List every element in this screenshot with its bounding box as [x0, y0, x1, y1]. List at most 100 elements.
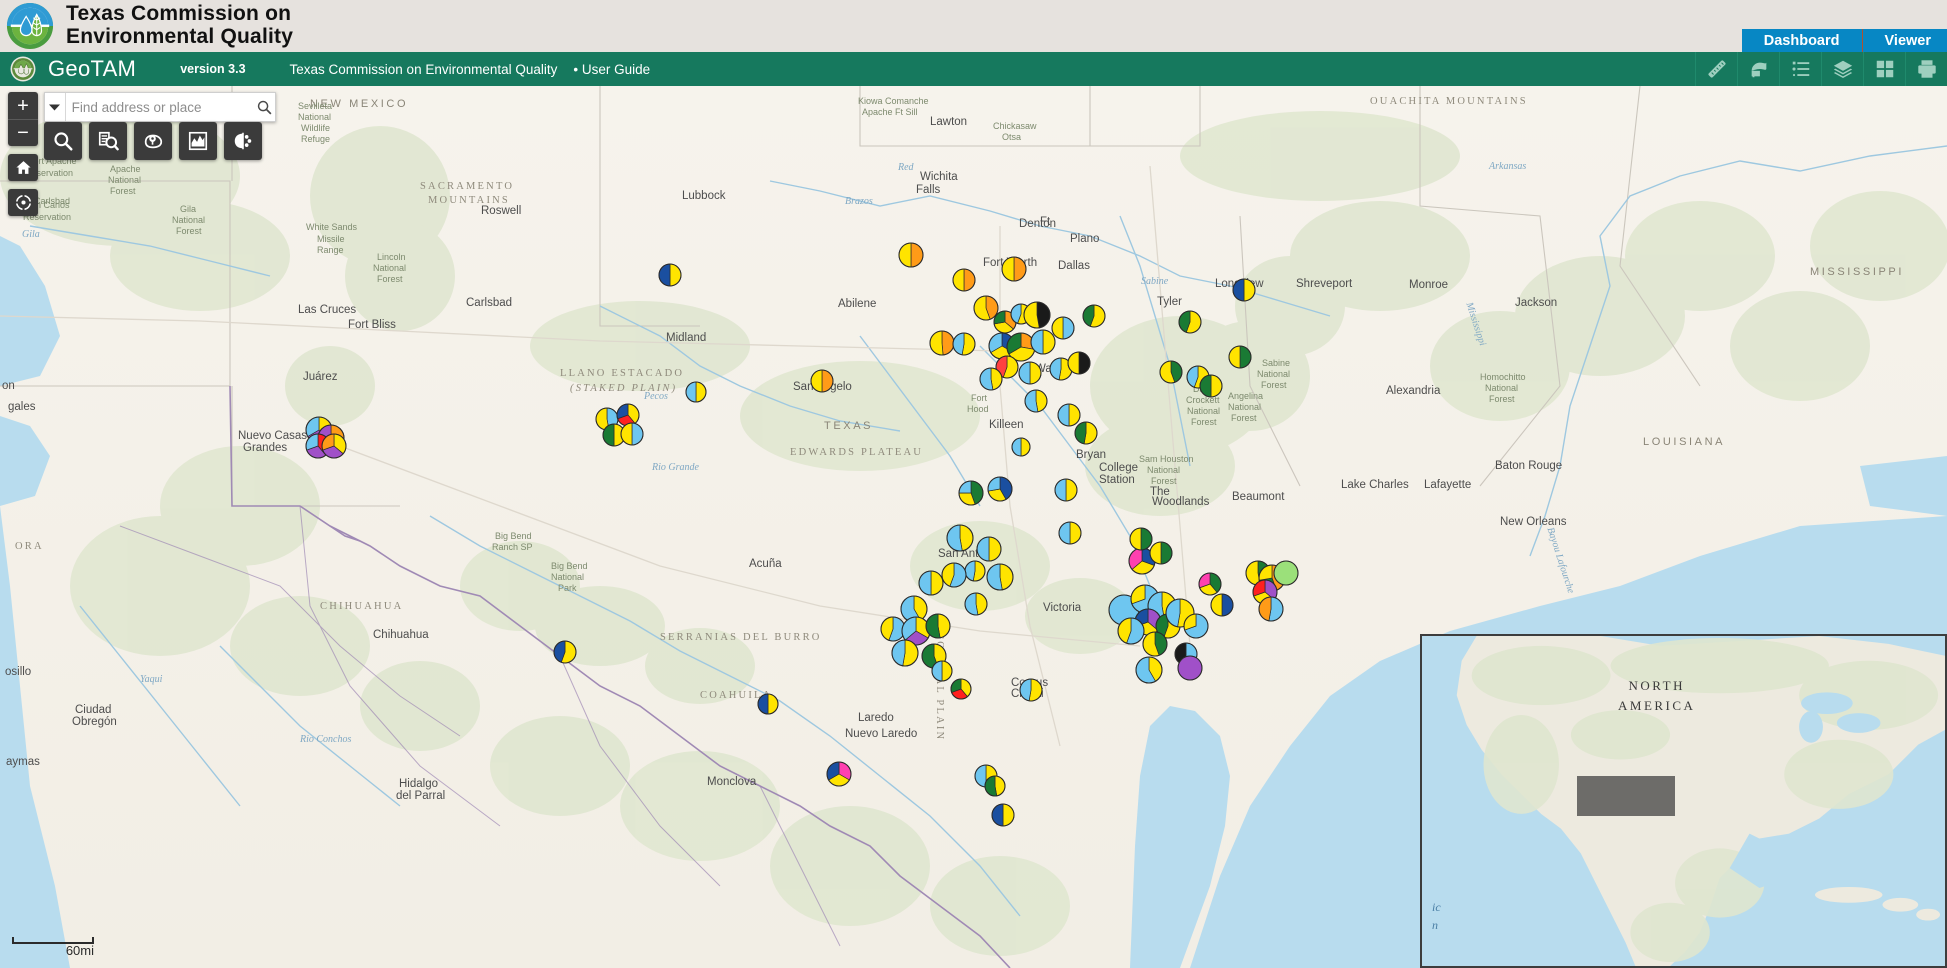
- map-marker-segment: [1020, 437, 1031, 457]
- map-marker[interactable]: [964, 592, 988, 616]
- print-icon[interactable]: [1905, 52, 1947, 86]
- tceq-seal-icon: [10, 56, 36, 82]
- map-marker[interactable]: [925, 613, 951, 639]
- user-guide-link[interactable]: • User Guide: [573, 62, 650, 77]
- map-marker[interactable]: [1198, 572, 1222, 596]
- map-marker[interactable]: [976, 536, 1002, 562]
- map-marker[interactable]: [321, 433, 347, 459]
- home-icon-wrap[interactable]: [8, 154, 38, 181]
- map-marker[interactable]: [952, 332, 976, 356]
- map-marker[interactable]: [810, 369, 834, 393]
- map-marker[interactable]: [950, 678, 972, 700]
- map-marker[interactable]: [1051, 316, 1075, 340]
- app-version: version 3.3: [180, 62, 246, 76]
- map-marker-segment: [963, 268, 976, 292]
- map-marker[interactable]: [1058, 521, 1082, 545]
- search-source-dropdown[interactable]: [45, 93, 66, 121]
- widget-chart-button[interactable]: [179, 122, 217, 160]
- bookmark-icon[interactable]: [1737, 52, 1779, 86]
- map-marker[interactable]: [1074, 421, 1098, 445]
- home-button[interactable]: [8, 154, 38, 181]
- map-marker[interactable]: [1273, 560, 1299, 586]
- map-marker[interactable]: [1177, 655, 1203, 681]
- map-marker-segment: [1232, 278, 1245, 302]
- map-marker-segment: [1019, 678, 1032, 702]
- map-marker[interactable]: [1117, 617, 1145, 645]
- widget-search-button[interactable]: [44, 122, 82, 160]
- map-marker[interactable]: [987, 476, 1013, 502]
- legend-list-icon[interactable]: [1779, 52, 1821, 86]
- map-marker[interactable]: [964, 560, 986, 582]
- overview-map[interactable]: NORTH AMERICA ic n: [1420, 634, 1947, 968]
- map-marker[interactable]: [898, 242, 924, 268]
- map-marker[interactable]: [1142, 631, 1168, 657]
- map-marker[interactable]: [952, 268, 976, 292]
- map-view[interactable]: NEW MEXICO TEXAS LOUISIANA MISSISSIPPI OUACH…: [0, 86, 1947, 968]
- map-marker[interactable]: [1082, 304, 1106, 328]
- map-marker[interactable]: [1001, 256, 1027, 282]
- map-marker[interactable]: [991, 803, 1015, 827]
- map-marker[interactable]: [986, 563, 1014, 591]
- map-marker[interactable]: [1054, 478, 1078, 502]
- map-marker[interactable]: [757, 693, 779, 715]
- map-marker[interactable]: [1011, 437, 1031, 457]
- locate-icon-wrap[interactable]: [8, 189, 38, 216]
- map-marker[interactable]: [658, 263, 682, 287]
- widget-select-button[interactable]: [134, 122, 172, 160]
- chart-icon: [188, 131, 208, 151]
- map-marker[interactable]: [1232, 278, 1256, 302]
- map-marker[interactable]: [620, 422, 644, 446]
- map-marker[interactable]: [929, 330, 955, 356]
- map-marker[interactable]: [1183, 613, 1209, 639]
- map-marker[interactable]: [1023, 301, 1051, 329]
- map-marker[interactable]: [1030, 329, 1056, 355]
- map-marker[interactable]: [973, 295, 999, 321]
- viewer-button[interactable]: Viewer: [1862, 29, 1947, 52]
- map-marker[interactable]: [1159, 360, 1183, 384]
- layers-icon[interactable]: [1821, 52, 1863, 86]
- locate-button[interactable]: [8, 189, 38, 216]
- map-marker[interactable]: [553, 640, 577, 664]
- map-marker[interactable]: [891, 639, 919, 667]
- map-marker[interactable]: [826, 761, 852, 787]
- map-marker[interactable]: [1024, 389, 1048, 413]
- widget-query-button[interactable]: [89, 122, 127, 160]
- map-marker[interactable]: [931, 660, 953, 682]
- overview-extent-rect[interactable]: [1577, 776, 1675, 816]
- search-input[interactable]: [65, 93, 255, 121]
- map-marker[interactable]: [1228, 345, 1252, 369]
- map-marker[interactable]: [941, 562, 967, 588]
- map-marker-segment: [669, 263, 682, 287]
- dashboard-button[interactable]: Dashboard: [1741, 29, 1863, 52]
- map-marker[interactable]: [1258, 596, 1284, 622]
- widget-filter-button[interactable]: [224, 122, 262, 160]
- map-marker[interactable]: [946, 524, 974, 552]
- basemap-gallery-icon[interactable]: [1863, 52, 1905, 86]
- map-marker[interactable]: [958, 480, 984, 506]
- app-tool-group: [1695, 52, 1947, 86]
- map-marker[interactable]: [1178, 310, 1202, 334]
- map-marker[interactable]: [984, 775, 1006, 797]
- map-marker[interactable]: [1057, 403, 1081, 427]
- ruler-measure-icon[interactable]: [1695, 52, 1737, 86]
- map-marker-segment: [930, 570, 944, 596]
- attribute-query-icon: [98, 131, 119, 151]
- map-marker[interactable]: [1129, 527, 1153, 551]
- map-marker[interactable]: [1018, 361, 1042, 385]
- search-submit-button[interactable]: [255, 93, 275, 121]
- map-marker[interactable]: [1067, 351, 1091, 375]
- map-marker[interactable]: [1210, 593, 1234, 617]
- map-marker-segment: [941, 660, 953, 682]
- search-box[interactable]: [44, 92, 276, 122]
- map-marker[interactable]: [1149, 541, 1173, 565]
- map-marker[interactable]: [1135, 656, 1163, 684]
- map-marker[interactable]: [1199, 374, 1223, 398]
- map-marker[interactable]: [918, 570, 944, 596]
- map-marker[interactable]: [1019, 678, 1043, 702]
- map-marker[interactable]: [880, 616, 906, 642]
- map-marker[interactable]: [979, 367, 1003, 391]
- map-marker[interactable]: [616, 403, 640, 427]
- map-marker[interactable]: [685, 381, 707, 403]
- zoom-in-button[interactable]: +: [8, 92, 38, 119]
- zoom-out-button[interactable]: −: [8, 119, 38, 146]
